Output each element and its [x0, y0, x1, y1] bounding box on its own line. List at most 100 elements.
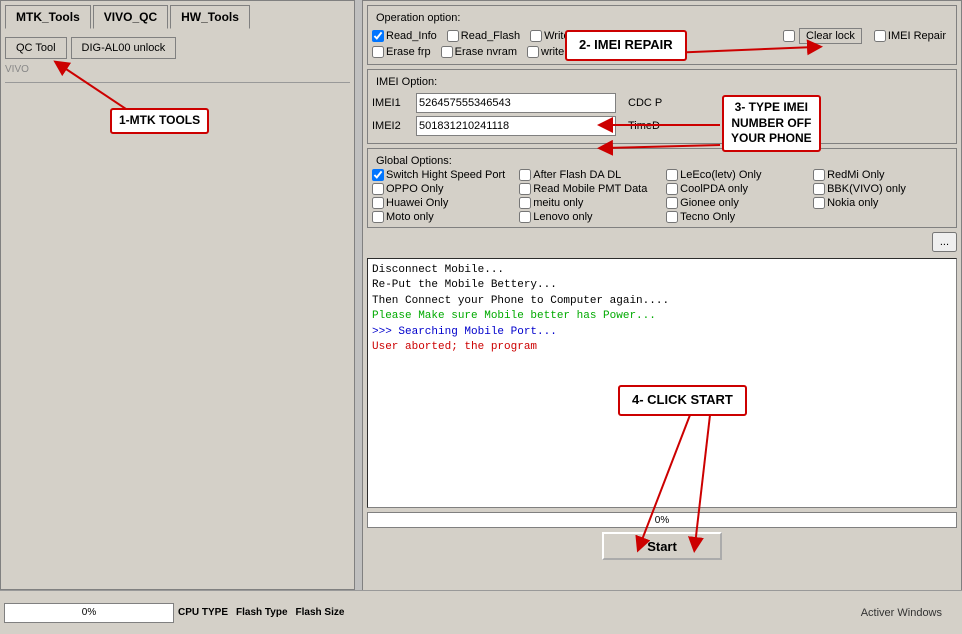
chk-switch-high: Switch Hight Speed Port — [372, 169, 505, 181]
chk-coolpda-input[interactable] — [666, 183, 678, 195]
imei2-input[interactable] — [416, 116, 616, 136]
chk-moto-label: Moto only — [386, 211, 434, 223]
chk-write-recovery: write recovery — [527, 46, 609, 58]
vivo-sublabel: VIVO — [5, 62, 29, 77]
chk-redmi-input[interactable] — [813, 169, 825, 181]
chk-coolpda-label: CoolPDA only — [680, 183, 748, 195]
cdc-label: CDC P — [628, 97, 662, 109]
imei1-row: IMEI1 CDC P — [372, 93, 952, 113]
chk-lenovo-label: Lenovo only — [533, 211, 592, 223]
left-progress: 0% — [4, 603, 174, 623]
chk-erase-nvram: Erase nvram — [441, 46, 517, 58]
bottom-bar: 0% CPU TYPE Flash Type Flash Size Active… — [0, 590, 962, 634]
chk-redmi-label: RedMi Only — [827, 169, 884, 181]
chk-write-recovery-label: write recovery — [541, 46, 609, 58]
console-area[interactable]: Disconnect Mobile... Re-Put the Mobile B… — [367, 258, 957, 508]
chk-read-flash-label: Read_Flash — [461, 30, 520, 42]
chk-write-f-label: Write_F — [544, 30, 582, 42]
chk-tecno: Tecno Only — [666, 211, 799, 223]
chk-huawei: Huawei Only — [372, 197, 505, 209]
chk-read-flash-input[interactable] — [447, 30, 459, 42]
chk-after-flash: After Flash DA DL — [519, 169, 652, 181]
chk-redmi: RedMi Only — [813, 169, 946, 181]
browse-btn[interactable]: ... — [932, 232, 957, 252]
console-line-4: Please Make sure Mobile better has Power… — [372, 309, 952, 324]
chk-bbk-input[interactable] — [813, 183, 825, 195]
bottom-fields: CPU TYPE Flash Type Flash Size — [178, 607, 344, 618]
chk-clear-lock: Clear lock — [783, 28, 864, 44]
chk-erase-frp-label: Erase frp — [386, 46, 431, 58]
chk-moto: Moto only — [372, 211, 505, 223]
chk-lenovo-input[interactable] — [519, 211, 531, 223]
tab-bar: MTK_Tools VIVO_QC HW_Tools — [1, 1, 354, 29]
chk-read-mobile-input[interactable] — [519, 183, 531, 195]
imei2-label: IMEI2 — [372, 120, 412, 132]
imei-section: IMEI Option: IMEI1 CDC P IMEI2 TimeD — [367, 69, 957, 144]
chk-after-flash-input[interactable] — [519, 169, 531, 181]
chk-write-f-input[interactable] — [530, 30, 542, 42]
subtab-bar: QC Tool DIG-AL00 unlock — [1, 33, 354, 59]
chk-oppo-input[interactable] — [372, 183, 384, 195]
chk-imei-repair-input[interactable] — [874, 30, 886, 42]
console-line-5: >>> Searching Mobile Port... — [372, 325, 952, 340]
chk-write-recovery-input[interactable] — [527, 46, 539, 58]
chk-leeco: LeEco(letv) Only — [666, 169, 799, 181]
tab-vivo[interactable]: VIVO_QC — [93, 5, 168, 29]
chk-read-mobile: Read Mobile PMT Data — [519, 183, 652, 195]
tab-hw[interactable]: HW_Tools — [170, 5, 250, 29]
chk-tecno-input[interactable] — [666, 211, 678, 223]
global-section: Global Options: Switch Hight Speed Port … — [367, 148, 957, 228]
flash-size-label: Flash Size — [296, 607, 345, 618]
chk-lenovo: Lenovo only — [519, 211, 652, 223]
imei-option-label: IMEI Option: — [372, 74, 952, 90]
chk-read-info: Read_Info — [372, 30, 437, 42]
chk-gionee-input[interactable] — [666, 197, 678, 209]
chk-meitu-input[interactable] — [519, 197, 531, 209]
operation-section: Operation option: Read_Info Read_Flash W… — [367, 5, 957, 65]
console-line-3: Then Connect your Phone to Computer agai… — [372, 294, 952, 309]
chk-read-flash: Read_Flash — [447, 30, 520, 42]
operation-row2: Erase frp Erase nvram write recovery — [372, 46, 952, 58]
chk-huawei-input[interactable] — [372, 197, 384, 209]
tab-mtk[interactable]: MTK_Tools — [5, 5, 91, 29]
chk-meitu-label: meitu only — [533, 197, 583, 209]
start-button[interactable]: Start — [602, 532, 722, 560]
imei1-input[interactable] — [416, 93, 616, 113]
chk-switch-high-input[interactable] — [372, 169, 384, 181]
imei1-label: IMEI1 — [372, 97, 412, 109]
imei2-row: IMEI2 TimeD — [372, 116, 952, 136]
chk-leeco-input[interactable] — [666, 169, 678, 181]
chk-switch-high-label: Switch Hight Speed Port — [386, 169, 505, 181]
console-line-1: Disconnect Mobile... — [372, 263, 952, 278]
chk-erase-frp-input[interactable] — [372, 46, 384, 58]
chk-meitu: meitu only — [519, 197, 652, 209]
left-progress-label: 0% — [82, 607, 96, 618]
chk-nokia-input[interactable] — [813, 197, 825, 209]
left-panel: MTK_Tools VIVO_QC HW_Tools QC Tool DIG-A… — [0, 0, 355, 590]
chk-nokia-label: Nokia only — [827, 197, 878, 209]
chk-gionee: Gionee only — [666, 197, 799, 209]
global-label: Global Options: — [372, 153, 952, 169]
chk-clear-lock-input[interactable] — [783, 30, 795, 42]
chk-erase-nvram-input[interactable] — [441, 46, 453, 58]
console-line-6: User aborted; the program — [372, 340, 952, 355]
chk-nokia: Nokia only — [813, 197, 946, 209]
clear-lock-btn[interactable]: Clear lock — [799, 28, 862, 44]
cpu-type-label: CPU TYPE — [178, 607, 228, 618]
chk-leeco-label: LeEco(letv) Only — [680, 169, 761, 181]
subtab-qc[interactable]: QC Tool — [5, 37, 67, 59]
chk-write-f: Write_F — [530, 30, 582, 42]
operation-label: Operation option: — [372, 10, 952, 26]
chk-coolpda: CoolPDA only — [666, 183, 799, 195]
subtab-dig[interactable]: DIG-AL00 unlock — [71, 37, 177, 59]
chk-bbk-label: BBK(VIVO) only — [827, 183, 906, 195]
chk-moto-input[interactable] — [372, 211, 384, 223]
chk-imei-repair: IMEI Repair — [874, 30, 946, 42]
console-line-2: Re-Put the Mobile Bettery... — [372, 278, 952, 293]
chk-gionee-label: Gionee only — [680, 197, 739, 209]
chk-read-info-input[interactable] — [372, 30, 384, 42]
chk-huawei-label: Huawei Only — [386, 197, 448, 209]
right-panel: Operation option: Read_Info Read_Flash W… — [362, 0, 962, 634]
chk-after-flash-label: After Flash DA DL — [533, 169, 621, 181]
chk-read-info-label: Read_Info — [386, 30, 437, 42]
